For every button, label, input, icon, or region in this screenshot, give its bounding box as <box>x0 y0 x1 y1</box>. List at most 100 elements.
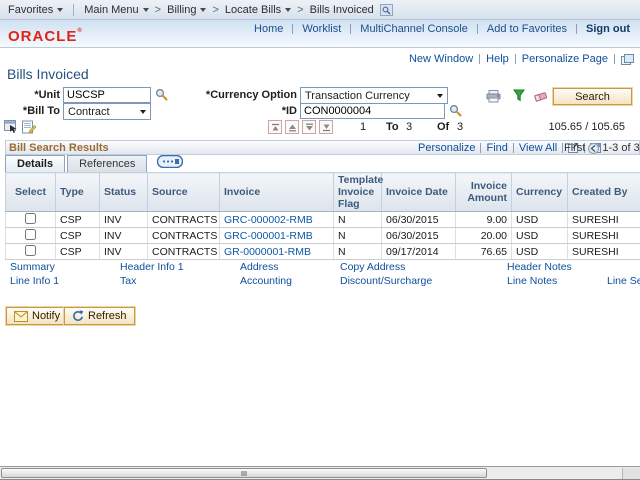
chevron-down-icon <box>200 8 206 15</box>
invoice-link[interactable]: GR-0000001-RMB <box>224 246 311 258</box>
page-title: Bills Invoiced <box>7 66 89 82</box>
personalize-grid-icon[interactable] <box>22 120 37 134</box>
discount-surcharge-link[interactable]: Discount/Surcharge <box>340 275 432 287</box>
cell-invoice-date: 06/30/2015 <box>382 228 456 244</box>
help-link[interactable]: Help <box>486 53 509 65</box>
row-select-checkbox[interactable] <box>25 213 36 224</box>
accounting-link[interactable]: Accounting <box>240 275 292 287</box>
breadcrumb-billing[interactable]: Billing <box>167 4 206 16</box>
new-window-link[interactable]: New Window <box>409 53 473 65</box>
sign-out-link[interactable]: Sign out <box>586 23 630 35</box>
row-select-checkbox[interactable] <box>25 245 36 256</box>
scroll-to-bottom-icon[interactable] <box>319 120 333 134</box>
breadcrumb-separator: > <box>297 4 303 16</box>
oracle-logo: ORACLE® <box>8 28 83 45</box>
notify-label: Notify <box>32 310 60 322</box>
breadcrumb-separator: > <box>155 4 161 16</box>
search-button[interactable]: Search <box>553 88 632 105</box>
multichannel-console-link[interactable]: MultiChannel Console <box>360 23 468 35</box>
chevron-down-icon <box>437 94 443 101</box>
show-tabs-icon[interactable] <box>157 155 183 171</box>
invoice-link[interactable]: GRC-000002-RMB <box>224 214 313 226</box>
copy-address-link[interactable]: Copy Address <box>340 261 405 273</box>
line-notes-link[interactable]: Line Notes <box>507 275 557 287</box>
scroll-down-icon[interactable] <box>302 120 316 134</box>
zoom-grid-icon[interactable] <box>4 120 18 134</box>
print-icon[interactable] <box>486 90 502 103</box>
amount-summary: 105.65 / 105.65 <box>540 121 625 133</box>
cell-currency: USD <box>512 212 568 228</box>
header-info-1-link[interactable]: Header Info 1 <box>120 261 184 273</box>
find-link[interactable]: Find <box>486 142 507 154</box>
horizontal-scrollbar[interactable] <box>0 466 640 479</box>
scroll-up-icon[interactable] <box>285 120 299 134</box>
home-link[interactable]: Home <box>254 23 283 35</box>
col-status: Status <box>100 173 148 212</box>
scrollbar-thumb[interactable] <box>1 468 487 478</box>
cell-status: INV <box>100 212 148 228</box>
personalize-page-link[interactable]: Personalize Page <box>522 53 608 65</box>
breadcrumb-locate-bills[interactable]: Locate Bills <box>225 4 291 16</box>
cell-template-flag: N <box>334 244 382 260</box>
notify-button[interactable]: Notify <box>6 307 68 325</box>
line-info-1-link[interactable]: Line Info 1 <box>10 275 59 287</box>
invoice-link[interactable]: GRC-000001-RMB <box>224 230 313 242</box>
add-to-favorites-link[interactable]: Add to Favorites <box>487 23 567 35</box>
row-select-checkbox[interactable] <box>25 229 36 240</box>
breadcrumb-favorites-label: Favorites <box>8 4 53 16</box>
cell-source: CONTRACTS <box>148 228 220 244</box>
breadcrumb-bills-invoiced[interactable]: Bills Invoiced <box>310 4 374 16</box>
col-source: Source <box>148 173 220 212</box>
cell-status: INV <box>100 228 148 244</box>
divider <box>350 24 351 34</box>
filter-funnel-icon[interactable] <box>513 89 525 102</box>
currency-option-label: *Currency Option <box>170 89 297 101</box>
cell-invoice-amount: 9.00 <box>456 212 512 228</box>
worklist-link[interactable]: Worklist <box>302 23 341 35</box>
cell-source: CONTRACTS <box>148 244 220 260</box>
divider <box>292 24 293 34</box>
eraser-icon[interactable] <box>533 90 549 103</box>
first-label[interactable]: First <box>564 142 585 154</box>
breadcrumb-favorites[interactable]: Favorites <box>8 4 63 16</box>
unit-input[interactable] <box>63 87 151 103</box>
currency-option-select[interactable]: Transaction Currency <box>300 87 448 104</box>
header-links: Home Worklist MultiChannel Console Add t… <box>254 23 630 35</box>
tab-references[interactable]: References <box>67 155 147 172</box>
tax-link[interactable]: Tax <box>120 275 136 287</box>
pager-start: 1 <box>360 121 366 133</box>
tab-details[interactable]: Details <box>5 155 65 172</box>
cell-invoice-date: 09/17/2014 <box>382 244 456 260</box>
results-title: Bill Search Results <box>9 142 109 154</box>
breadcrumb-item-label: Bills Invoiced <box>310 4 374 16</box>
id-input[interactable] <box>300 103 445 119</box>
divider <box>477 24 478 34</box>
unit-lookup-icon[interactable] <box>155 88 168 101</box>
view-all-link[interactable]: View All <box>519 142 557 154</box>
scrollbar-grip <box>242 471 247 476</box>
cell-invoice-amount: 76.65 <box>456 244 512 260</box>
header-notes-link[interactable]: Header Notes <box>507 261 572 273</box>
col-created-by: Created By <box>568 173 640 212</box>
results-grid: Select Type Status Source Invoice Templa… <box>5 172 640 260</box>
line-search-link[interactable]: Line Search <box>607 275 640 287</box>
personalize-link[interactable]: Personalize <box>418 142 475 154</box>
breadcrumb-edit-icon[interactable] <box>380 4 393 16</box>
copy-url-icon[interactable] <box>621 54 634 65</box>
address-link[interactable]: Address <box>240 261 279 273</box>
refresh-button[interactable]: Refresh <box>64 307 135 325</box>
id-lookup-icon[interactable] <box>449 104 462 117</box>
summary-link[interactable]: Summary <box>10 261 55 273</box>
scroll-to-top-icon[interactable] <box>268 120 282 134</box>
cell-type: CSP <box>56 228 100 244</box>
bill-to-select[interactable]: Contract <box>63 103 151 120</box>
col-invoice-date: Invoice Date <box>382 173 456 212</box>
cell-created-by: SURESHI <box>568 244 640 260</box>
table-row: CSP INV CONTRACTS GR-0000001-RMB N 09/17… <box>6 244 640 260</box>
cell-currency: USD <box>512 228 568 244</box>
previous-page-icon[interactable] <box>588 143 599 154</box>
cell-invoice-date: 06/30/2015 <box>382 212 456 228</box>
cell-status: INV <box>100 244 148 260</box>
col-invoice-amount: Invoice Amount <box>456 173 512 212</box>
breadcrumb-main-menu[interactable]: Main Menu <box>84 4 148 16</box>
